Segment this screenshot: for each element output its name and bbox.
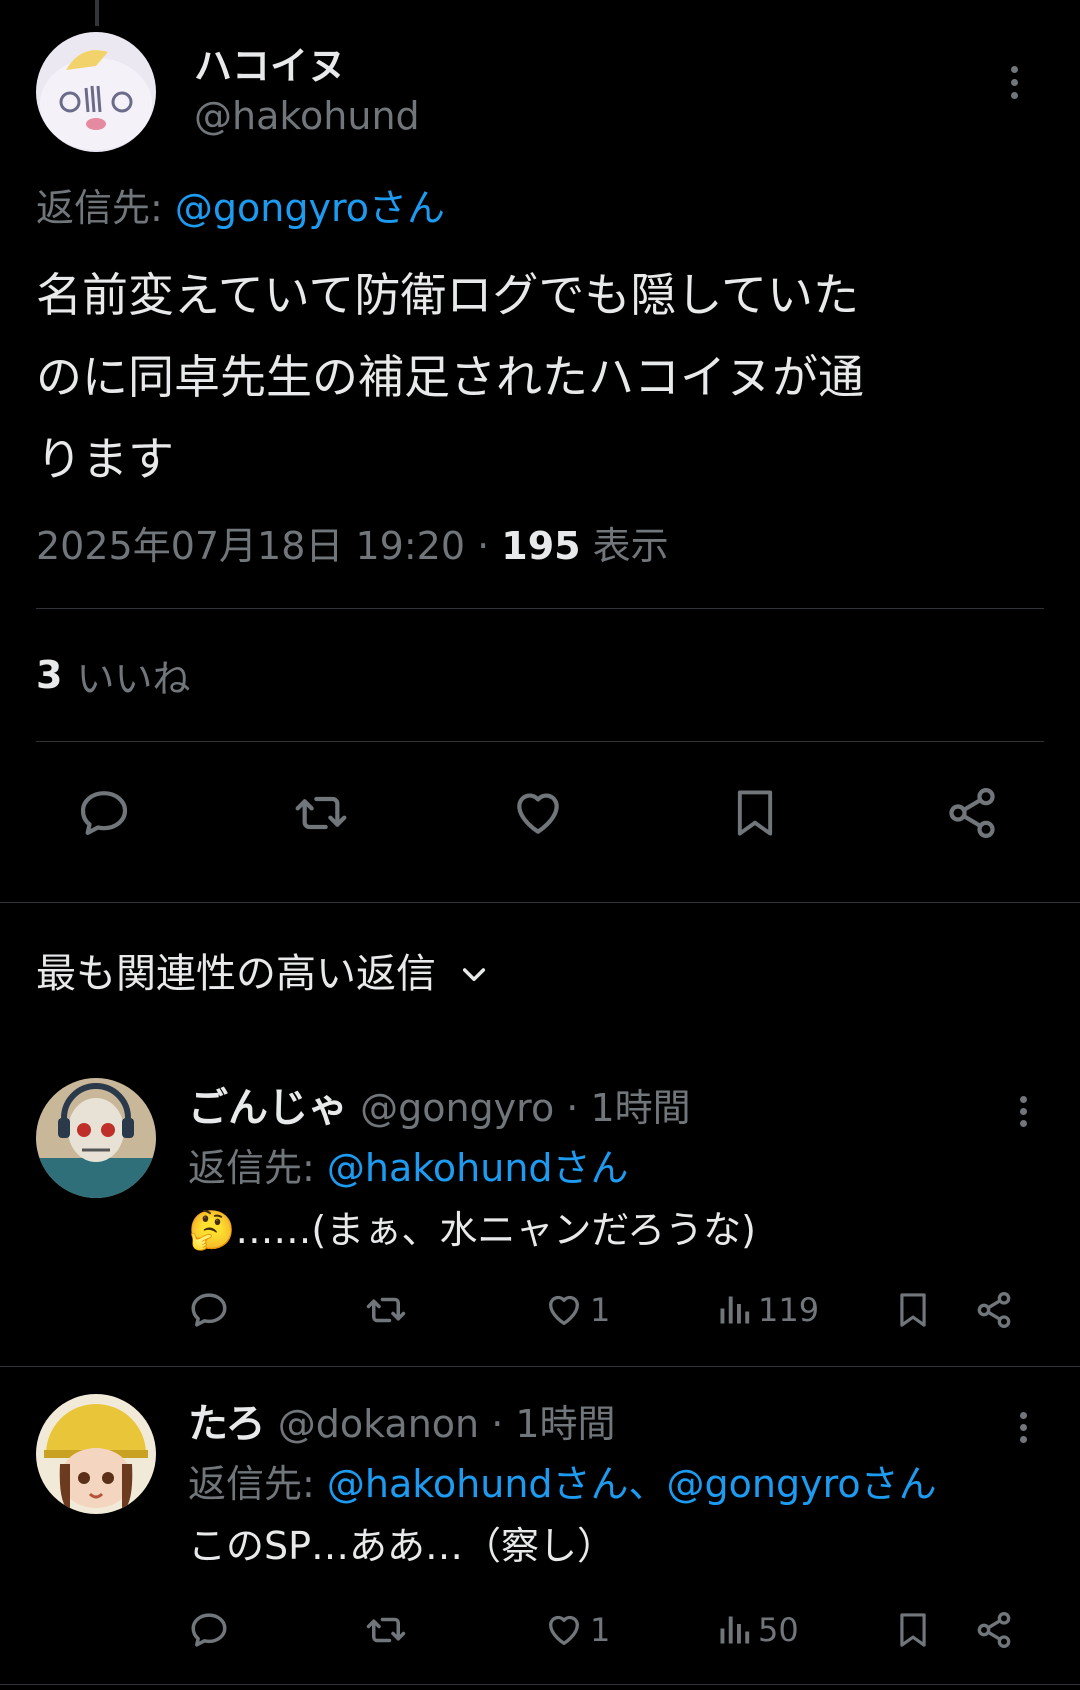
more-options-icon[interactable]: [1008, 1086, 1038, 1136]
share-icon[interactable]: [974, 1290, 1014, 1330]
reply-to-link[interactable]: @hakohundさん: [327, 1146, 629, 1190]
like-label: いいね: [76, 656, 191, 701]
reply-icon[interactable]: [188, 1609, 230, 1651]
tweet-datetime[interactable]: 2025年07月18日 19:20: [36, 524, 465, 568]
main-tweet: ハコイヌ @hakohund 返信先: @gongyroさん 名前変えていて防衛…: [36, 32, 1044, 884]
views-button[interactable]: 50: [716, 1611, 799, 1649]
views-button[interactable]: 119: [716, 1291, 819, 1329]
reply-handle[interactable]: @gongyro: [360, 1086, 554, 1130]
like-icon[interactable]: [508, 783, 568, 843]
like-button[interactable]: 1: [544, 1610, 610, 1650]
reply-to-line: 返信先: @hakohundさん、@gongyroさん: [188, 1454, 1044, 1514]
likes-summary[interactable]: 3 いいね: [36, 609, 1044, 741]
reply-view-count: 119: [758, 1291, 820, 1329]
reply-display-name[interactable]: ごんじゃ: [188, 1085, 348, 1131]
author-avatar[interactable]: [36, 32, 156, 152]
reply-to-prefix: 返信先:: [36, 186, 175, 230]
chevron-down-icon: [462, 968, 486, 982]
reply-sort-dropdown[interactable]: 最も関連性の高い返信: [36, 948, 490, 1000]
sort-label: 最も関連性の高い返信: [36, 951, 436, 997]
retweet-icon[interactable]: [364, 1289, 408, 1331]
reply-time[interactable]: · 1時間: [554, 1086, 690, 1130]
analytics-icon: [720, 1616, 750, 1644]
view-count: 195: [501, 524, 581, 568]
reply-icon[interactable]: [188, 1289, 230, 1331]
reply-to-line: 返信先: @gongyroさん: [36, 182, 1044, 234]
reply-text: 🤔……(まぁ、水ニャンだろうな): [188, 1208, 756, 1252]
meta-separator: ·: [465, 524, 502, 568]
analytics-icon: [720, 1296, 750, 1324]
tweet-text-line: のに同卓先生の補足されたハコイヌが通: [36, 350, 864, 404]
view-label: 表示: [580, 524, 669, 568]
reply-handle[interactable]: @dokanon: [278, 1402, 479, 1446]
thread-connector-line: [95, 0, 99, 26]
reply-avatar[interactable]: [36, 1394, 156, 1514]
heart-icon: [549, 1295, 579, 1325]
retweet-icon[interactable]: [364, 1609, 408, 1651]
section-divider: [0, 1366, 1080, 1367]
reply-to-prefix: 返信先:: [188, 1462, 327, 1506]
more-options-icon[interactable]: [1008, 1402, 1038, 1452]
section-divider: [0, 902, 1080, 903]
reply-time[interactable]: · 1時間: [479, 1402, 615, 1446]
bookmark-icon[interactable]: [725, 783, 785, 843]
reply-avatar[interactable]: [36, 1078, 156, 1198]
tweet-meta: 2025年07月18日 19:20 · 195 表示: [36, 520, 1044, 572]
tweet-text: 名前変えていて防衛ログでも隠していた のに同卓先生の補足されたハコイヌが通 りま…: [36, 254, 1036, 500]
heart-icon: [549, 1615, 579, 1645]
reply-view-count: 50: [758, 1611, 799, 1649]
reply-icon[interactable]: [74, 783, 134, 843]
share-icon[interactable]: [974, 1610, 1014, 1650]
reply-to-prefix: 返信先:: [188, 1146, 327, 1190]
more-options-icon[interactable]: [994, 52, 1034, 112]
bookmark-icon[interactable]: [894, 1288, 932, 1332]
author-row: ハコイヌ @hakohund: [36, 32, 1044, 152]
reply-to-line: 返信先: @hakohundさん: [188, 1138, 1044, 1198]
tweet-text-line: 名前変えていて防衛ログでも隠していた: [36, 268, 859, 322]
share-icon[interactable]: [942, 783, 1002, 843]
reply-header: たろ @dokanon · 1時間: [188, 1394, 1044, 1454]
bookmark-icon[interactable]: [894, 1608, 932, 1652]
tweet-text-line: ります: [36, 432, 174, 486]
reply-to-link[interactable]: @hakohundさん、@gongyroさん: [327, 1462, 937, 1506]
reply-text: このSP…ああ…（察し）: [188, 1524, 616, 1568]
reply-item[interactable]: ごんじゃ @gongyro · 1時間 返信先: @hakohundさん 🤔………: [36, 1078, 1044, 1348]
like-count: 3: [36, 653, 63, 697]
reply-actions: 1 119: [188, 1280, 1028, 1340]
reply-actions: 1 50: [188, 1600, 1028, 1660]
reply-like-count: 1: [590, 1291, 611, 1329]
section-divider: [0, 1684, 1080, 1685]
retweet-icon[interactable]: [291, 783, 351, 843]
like-button[interactable]: 1: [544, 1290, 610, 1330]
reply-header: ごんじゃ @gongyro · 1時間: [188, 1078, 1044, 1138]
reply-item[interactable]: たろ @dokanon · 1時間 返信先: @hakohundさん、@gong…: [36, 1394, 1044, 1664]
reply-display-name[interactable]: たろ: [188, 1401, 266, 1447]
tweet-actions: [36, 742, 1044, 884]
author-handle[interactable]: @hakohund: [194, 90, 420, 142]
author-display-name[interactable]: ハコイヌ: [194, 42, 420, 90]
reply-to-link[interactable]: @gongyroさん: [175, 186, 445, 230]
reply-like-count: 1: [590, 1611, 611, 1649]
